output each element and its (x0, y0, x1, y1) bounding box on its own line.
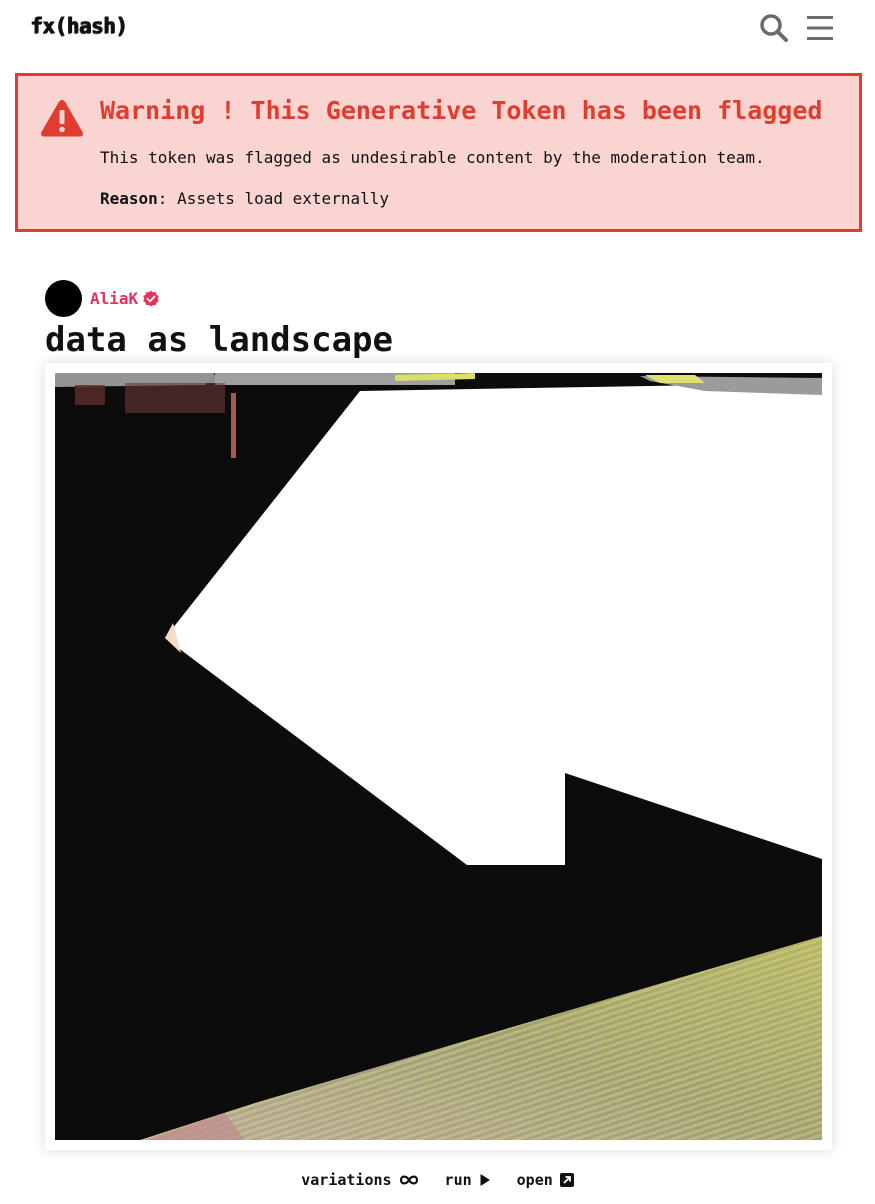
avatar[interactable] (45, 280, 82, 317)
run-label: run (444, 1171, 472, 1189)
menu-button[interactable] (804, 12, 836, 44)
variations-label: variations (301, 1171, 392, 1189)
verified-badge-icon (143, 290, 159, 307)
flag-warning-banner: Warning ! This Generative Token has been… (15, 73, 862, 232)
external-link-icon (559, 1173, 574, 1187)
search-icon (760, 14, 788, 42)
warning-message: This token was flagged as undesirable co… (100, 148, 765, 167)
reason-label: Reason (100, 189, 158, 208)
hamburger-menu-icon (807, 16, 833, 40)
fxhash-logo[interactable]: fx(hash) (30, 14, 128, 38)
open-button[interactable]: open (517, 1171, 574, 1189)
warning-title: Warning ! This Generative Token has been… (100, 96, 823, 125)
open-label: open (516, 1171, 553, 1189)
artwork-image[interactable] (55, 373, 822, 1140)
search-button[interactable] (758, 12, 790, 44)
run-button[interactable]: run (445, 1171, 491, 1189)
warning-reason: Reason: Assets load externally (100, 189, 389, 208)
token-title: data as landscape (45, 320, 393, 360)
author-row: AliaK (45, 280, 160, 317)
reason-value: : Assets load externally (157, 189, 389, 208)
artwork-frame (45, 363, 832, 1150)
top-header: fx(hash) (0, 0, 875, 56)
warning-triangle-icon (41, 100, 83, 137)
token-actions: variations run open (0, 1168, 875, 1192)
infinity-icon (399, 1175, 418, 1185)
variations-button[interactable]: variations (301, 1171, 418, 1189)
play-icon (480, 1174, 490, 1186)
author-name-link[interactable]: AliaK (90, 289, 138, 308)
